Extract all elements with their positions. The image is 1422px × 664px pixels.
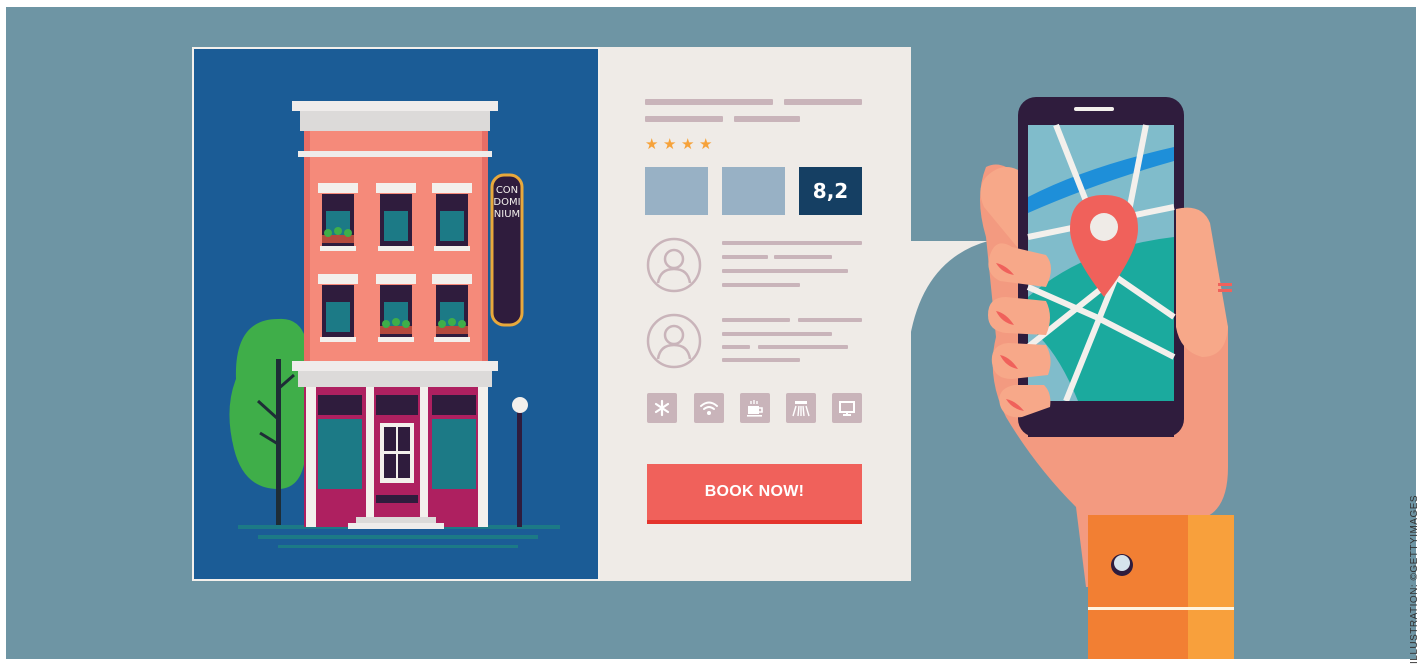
user-avatar-icon: [646, 237, 702, 293]
star-icon: ★: [699, 136, 713, 153]
wifi-icon: [694, 393, 724, 423]
coffee-icon: [740, 393, 770, 423]
review-line: [722, 255, 768, 259]
subtitle-line: [734, 116, 800, 122]
condominium-sign-text: CONDOMINIUM: [493, 185, 521, 220]
review-line: [774, 255, 832, 259]
rating-score-badge: 8,2: [799, 167, 862, 215]
review-line: [722, 345, 750, 349]
review-line: [722, 358, 800, 362]
review-line: [758, 345, 848, 349]
hand-holding-phone: [980, 97, 1234, 659]
hotel-listing-card: CONDOMINIUM ★ ★ ★ ★ 8,2 BOOK NOW!: [192, 47, 911, 581]
subtitle-line: [645, 116, 723, 122]
title-line: [645, 99, 773, 105]
review-line: [722, 269, 848, 273]
review-line: [722, 332, 832, 336]
building-illustration: [229, 101, 560, 548]
star-icon: ★: [663, 136, 677, 153]
hotel-photo: CONDOMINIUM: [192, 47, 600, 581]
tv-icon: [832, 393, 862, 423]
review-line: [722, 318, 790, 322]
review-line: [798, 318, 862, 322]
illustration-scene: CONDOMINIUM ★ ★ ★ ★ 8,2 BOOK NOW!: [6, 7, 1416, 659]
snowflake-icon: [647, 393, 677, 423]
title-line: [784, 99, 862, 105]
thumbnail-image[interactable]: [645, 167, 708, 215]
star-icon: ★: [681, 136, 695, 153]
image-credit: ILLUSTRATION: ©GETTYIMAGES: [1409, 494, 1420, 664]
shower-icon: [786, 393, 816, 423]
user-avatar-icon: [646, 313, 702, 369]
star-icon: ★: [645, 136, 659, 153]
review-line: [722, 241, 862, 245]
thumbnail-image[interactable]: [722, 167, 785, 215]
book-now-button[interactable]: BOOK NOW!: [647, 464, 862, 524]
review-line: [722, 283, 800, 287]
